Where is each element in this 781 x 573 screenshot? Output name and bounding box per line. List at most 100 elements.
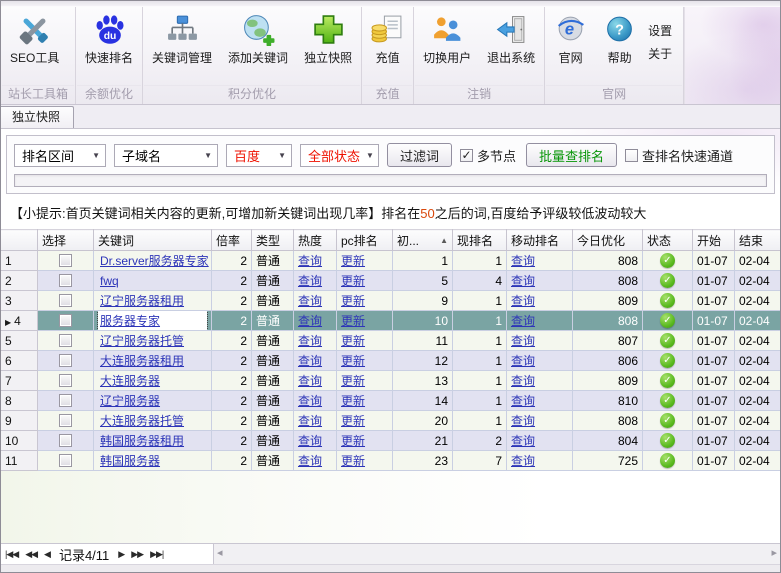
heat-query-link[interactable]: 查询 — [298, 274, 322, 288]
heat-query-link[interactable]: 查询 — [298, 434, 322, 448]
mobile-rank-query-link[interactable]: 查询 — [511, 454, 535, 468]
mobile-rank-query-link[interactable]: 查询 — [511, 354, 535, 368]
keyword-link[interactable]: 韩国服务器租用 — [100, 434, 184, 448]
keyword-manage-button[interactable]: 关键词管理 — [144, 8, 220, 85]
keyword-link[interactable]: 大连服务器 — [100, 374, 160, 388]
table-row[interactable]: ▶10 韩国服务器租用 2 普通 查询 更新 21 2 查询 804 ✓ 01-… — [1, 431, 780, 451]
heat-query-link[interactable]: 查询 — [298, 254, 322, 268]
header-current-rank[interactable]: 现排名 — [453, 230, 507, 251]
pc-rank-update-link[interactable]: 更新 — [341, 314, 365, 328]
keyword-link[interactable]: 大连服务器租用 — [100, 354, 184, 368]
row-select-checkbox[interactable] — [59, 454, 72, 467]
pc-rank-update-link[interactable]: 更新 — [341, 434, 365, 448]
pc-rank-update-link[interactable]: 更新 — [341, 254, 365, 268]
table-row[interactable]: ▶4 服务器专家 2 普通 查询 更新 10 1 查询 808 ✓ 01-07 … — [1, 311, 780, 331]
prev-fast-button[interactable]: ◀◀ — [25, 549, 37, 560]
header-status[interactable]: 状态 — [643, 230, 693, 251]
about-button[interactable]: 关于 — [648, 45, 672, 62]
table-row[interactable]: ▶8 辽宁服务器 2 普通 查询 更新 14 1 查询 810 ✓ 01-07 … — [1, 391, 780, 411]
filter-words-button[interactable]: 过滤词 — [387, 143, 452, 167]
keyword-link[interactable]: fwq — [100, 274, 119, 288]
table-row[interactable]: ▶5 辽宁服务器托管 2 普通 查询 更新 11 1 查询 807 ✓ 01-0… — [1, 331, 780, 351]
row-select-checkbox[interactable] — [59, 274, 72, 287]
batch-check-rank-button[interactable]: 批量查排名 — [526, 143, 617, 167]
fast-rank-button[interactable]: du 快速排名 — [77, 8, 141, 85]
table-row[interactable]: ▶1 Dr.server服务器专家 2 普通 查询 更新 1 1 查询 808 … — [1, 251, 780, 271]
row-select-checkbox[interactable] — [59, 374, 72, 387]
heat-query-link[interactable]: 查询 — [298, 354, 322, 368]
heat-query-link[interactable]: 查询 — [298, 294, 322, 308]
header-keyword[interactable]: 关键词 — [94, 230, 212, 251]
scroll-left-icon[interactable]: ◂ — [217, 546, 223, 559]
row-select-checkbox[interactable] — [59, 434, 72, 447]
table-row[interactable]: ▶6 大连服务器租用 2 普通 查询 更新 12 1 查询 806 ✓ 01-0… — [1, 351, 780, 371]
row-select-checkbox[interactable] — [59, 294, 72, 307]
heat-query-link[interactable]: 查询 — [298, 314, 322, 328]
mobile-rank-query-link[interactable]: 查询 — [511, 314, 535, 328]
mobile-rank-query-link[interactable]: 查询 — [511, 414, 535, 428]
first-page-button[interactable]: |◀◀ — [5, 549, 18, 560]
row-select-checkbox[interactable] — [59, 354, 72, 367]
mobile-rank-query-link[interactable]: 查询 — [511, 434, 535, 448]
horizontal-scrollbar[interactable]: ◂ ▸ — [214, 544, 780, 564]
heat-query-link[interactable]: 查询 — [298, 454, 322, 468]
prev-button[interactable]: ◀ — [44, 549, 50, 560]
table-row[interactable]: ▶2 fwq 2 普通 查询 更新 5 4 查询 808 ✓ 01-07 02-… — [1, 271, 780, 291]
row-select-checkbox[interactable] — [59, 314, 72, 327]
row-select-checkbox[interactable] — [59, 394, 72, 407]
row-select-checkbox[interactable] — [59, 334, 72, 347]
recharge-button[interactable]: 充值 — [363, 8, 412, 85]
mobile-rank-query-link[interactable]: 查询 — [511, 374, 535, 388]
add-keyword-button[interactable]: 添加关键词 — [220, 8, 296, 85]
multi-node-checkbox[interactable]: ✓ 多节点 — [460, 146, 516, 165]
keyword-link[interactable]: 大连服务器托管 — [100, 414, 184, 428]
official-site-button[interactable]: e 官网 — [546, 8, 595, 85]
exit-system-button[interactable]: 退出系统 — [479, 8, 543, 85]
mobile-rank-query-link[interactable]: 查询 — [511, 394, 535, 408]
pc-rank-update-link[interactable]: 更新 — [341, 394, 365, 408]
pc-rank-update-link[interactable]: 更新 — [341, 334, 365, 348]
heat-query-link[interactable]: 查询 — [298, 414, 322, 428]
mobile-rank-query-link[interactable]: 查询 — [511, 294, 535, 308]
pc-rank-update-link[interactable]: 更新 — [341, 414, 365, 428]
keyword-link[interactable]: 辽宁服务器 — [100, 394, 160, 408]
search-engine-dropdown[interactable]: 百度 ▼ — [226, 144, 292, 167]
seo-tools-button[interactable]: SEO工具 — [2, 8, 67, 85]
table-row[interactable]: ▶7 大连服务器 2 普通 查询 更新 13 1 查询 809 ✓ 01-07 … — [1, 371, 780, 391]
header-select[interactable]: 选择 — [38, 230, 94, 251]
tab-standalone-snapshot[interactable]: 独立快照 — [0, 106, 74, 128]
keyword-link[interactable]: Dr.server服务器专家 — [100, 254, 209, 268]
help-button[interactable]: ? 帮助 — [595, 8, 644, 85]
header-end[interactable]: 结束 — [735, 230, 781, 251]
mobile-rank-query-link[interactable]: 查询 — [511, 254, 535, 268]
header-type[interactable]: 类型 — [252, 230, 294, 251]
header-pc-rank[interactable]: pc排名 — [337, 230, 393, 251]
settings-button[interactable]: 设置 — [648, 22, 672, 39]
header-mobile-rank[interactable]: 移动排名 — [507, 230, 573, 251]
row-select-checkbox[interactable] — [59, 414, 72, 427]
table-row[interactable]: ▶11 韩国服务器 2 普通 查询 更新 23 7 查询 725 ✓ 01-07… — [1, 451, 780, 471]
heat-query-link[interactable]: 查询 — [298, 374, 322, 388]
header-init-rank[interactable]: ▲初... — [393, 230, 453, 251]
header-today-opt[interactable]: 今日优化 — [573, 230, 643, 251]
keyword-link[interactable]: 韩国服务器 — [100, 454, 160, 468]
pc-rank-update-link[interactable]: 更新 — [341, 274, 365, 288]
switch-user-button[interactable]: 切换用户 — [415, 8, 479, 85]
fast-channel-checkbox[interactable]: ✓ 查排名快速通道 — [625, 146, 733, 165]
keyword-link[interactable]: 辽宁服务器租用 — [100, 294, 184, 308]
header-rate[interactable]: 倍率 — [212, 230, 252, 251]
standalone-snapshot-button[interactable]: 独立快照 — [296, 8, 360, 85]
scroll-right-icon[interactable]: ▸ — [771, 546, 777, 559]
next-fast-button[interactable]: ▶▶ — [131, 549, 143, 560]
heat-query-link[interactable]: 查询 — [298, 334, 322, 348]
table-row[interactable]: ▶3 辽宁服务器租用 2 普通 查询 更新 9 1 查询 809 ✓ 01-07… — [1, 291, 780, 311]
pc-rank-update-link[interactable]: 更新 — [341, 374, 365, 388]
status-dropdown[interactable]: 全部状态 ▼ — [300, 144, 379, 167]
pc-rank-update-link[interactable]: 更新 — [341, 294, 365, 308]
last-page-button[interactable]: ▶▶| — [150, 549, 163, 560]
rank-range-dropdown[interactable]: 排名区间 ▼ — [14, 144, 106, 167]
header-start[interactable]: 开始 — [693, 230, 735, 251]
keyword-link[interactable]: 服务器专家 — [100, 314, 160, 328]
heat-query-link[interactable]: 查询 — [298, 394, 322, 408]
table-row[interactable]: ▶9 大连服务器托管 2 普通 查询 更新 20 1 查询 808 ✓ 01-0… — [1, 411, 780, 431]
